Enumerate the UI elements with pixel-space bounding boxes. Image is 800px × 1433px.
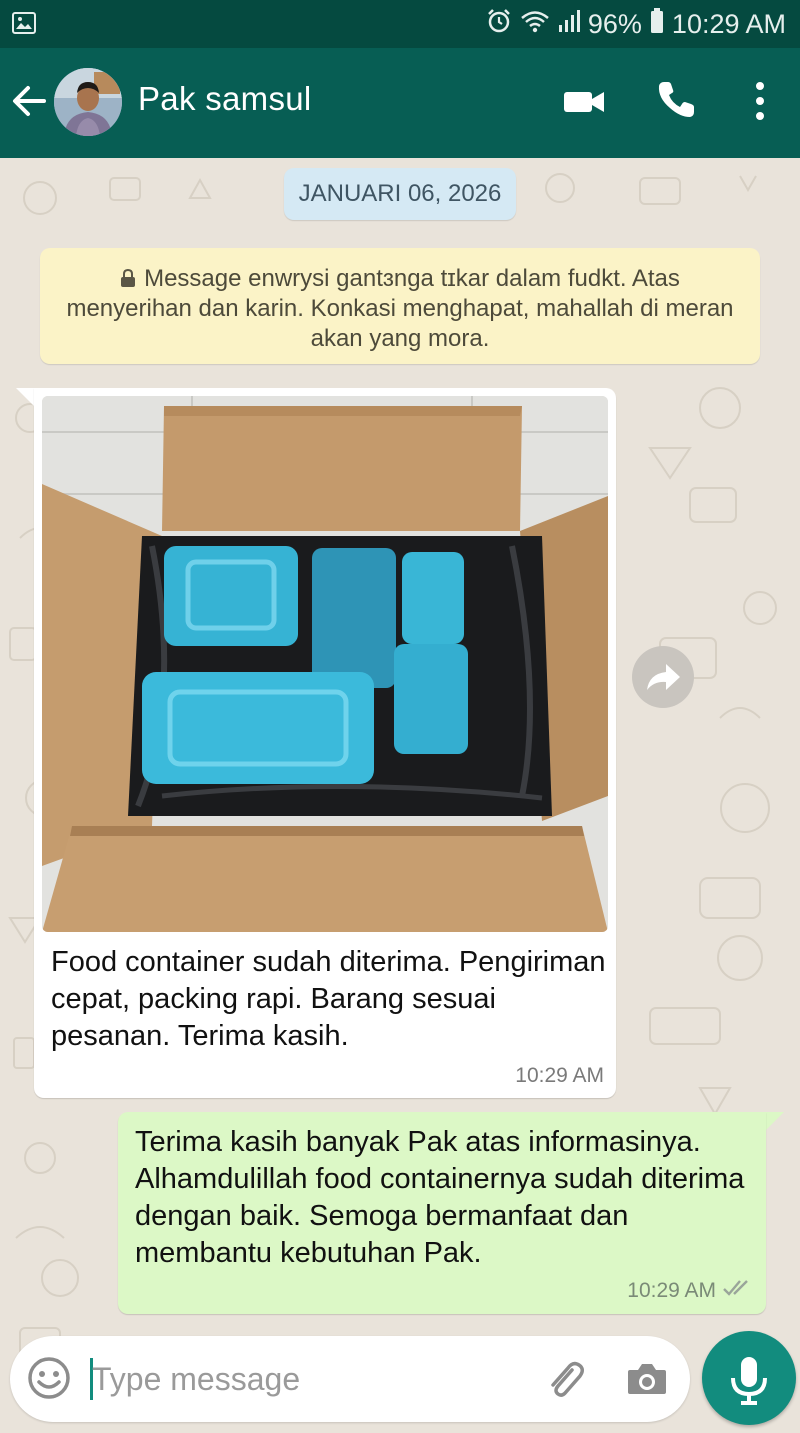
message-time: 10:29 AM xyxy=(627,1279,716,1302)
message-photo[interactable] xyxy=(42,396,608,932)
gallery-icon xyxy=(12,12,36,39)
share-arrow-icon xyxy=(647,664,680,690)
more-vert-icon[interactable] xyxy=(746,78,774,124)
encryption-notice[interactable]: Message enwrysi gantɜnga tɪkar dalam fud… xyxy=(40,248,760,364)
phone-icon[interactable] xyxy=(654,78,698,122)
bubble-tail xyxy=(16,388,36,408)
double-check-icon xyxy=(722,1278,752,1304)
message-composer xyxy=(10,1336,690,1422)
status-bar: 96% 10:29 AM xyxy=(0,0,800,48)
clock: 10:29 AM xyxy=(671,9,786,39)
message-text: Food container sudah diterima. Pengirima… xyxy=(51,946,606,1052)
battery-level: 96% xyxy=(587,9,642,39)
camera-icon[interactable] xyxy=(624,1356,670,1402)
bubble-tail xyxy=(764,1112,784,1132)
encryption-notice-text: Message enwrysi gantɜnga tɪkar dalam fud… xyxy=(66,265,734,352)
forward-button[interactable] xyxy=(632,646,694,708)
chat-header: Pak samsul xyxy=(0,48,800,158)
lock-icon xyxy=(120,265,136,287)
message-meta: 10:29 AM xyxy=(627,1278,752,1304)
back-arrow-icon[interactable] xyxy=(8,80,50,122)
video-call-icon[interactable] xyxy=(560,84,610,120)
date-chip: JANUARI 06, 2026 xyxy=(284,168,516,220)
alarm-icon xyxy=(486,8,512,41)
contact-name[interactable]: Pak samsul xyxy=(138,80,312,118)
message-text: Terima kasih banyak Pak atas informasiny… xyxy=(135,1126,745,1269)
emoji-icon[interactable] xyxy=(26,1355,72,1401)
avatar[interactable] xyxy=(54,68,122,136)
message-time: 10:29 AM xyxy=(515,1064,604,1087)
signal-icon xyxy=(558,9,580,40)
outgoing-message[interactable]: Terima kasih banyak Pak atas informasiny… xyxy=(118,1112,766,1314)
mic-icon xyxy=(731,1357,767,1405)
message-input[interactable] xyxy=(92,1350,512,1408)
mic-button[interactable] xyxy=(702,1331,796,1425)
battery-icon xyxy=(650,8,664,41)
attach-icon[interactable] xyxy=(542,1356,588,1402)
incoming-message[interactable]: Food container sudah diterima. Pengirima… xyxy=(34,388,616,1098)
wifi-icon xyxy=(520,9,550,40)
